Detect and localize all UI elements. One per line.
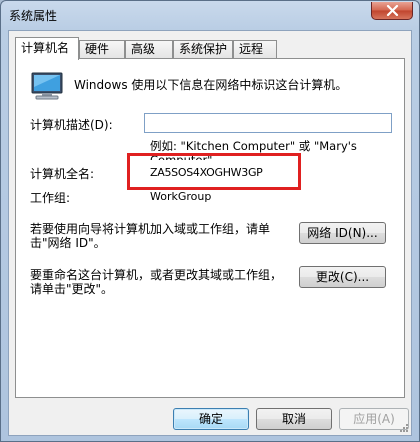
close-icon [386,5,399,16]
tab-system-protection[interactable]: 系统保护 [173,40,233,59]
full-name-label: 计算机全名: [30,167,95,181]
tab-label: 系统保护 [179,42,228,56]
tab-computer-name[interactable]: 计算机名 [15,37,79,60]
computer-icon [31,72,63,100]
network-id-button[interactable]: 网络 ID(N)... [299,222,386,244]
rename-hint-line2: 请单击"更改"。 [30,282,114,296]
network-id-hint-line2: 击"网络 ID"。 [30,236,106,250]
close-button[interactable] [371,2,413,20]
ok-button[interactable]: 确定 [173,408,249,430]
computer-description-input[interactable] [144,113,392,133]
tab-advanced[interactable]: 高级 [125,40,173,59]
window-title: 系统属性 [9,9,58,23]
resize-grip-icon[interactable] [399,423,409,433]
workgroup-label: 工作组: [30,191,71,205]
description-label: 计算机描述(D): [30,118,113,132]
highlight-box [127,153,301,190]
tab-label: 硬件 [85,42,110,56]
system-properties-window: 系统属性 计算机名 硬件 高级 系统保护 远程 Windows 使用以下信息在网… [0,0,420,442]
title-bar[interactable]: 系统属性 [1,1,419,29]
intro-text: Windows 使用以下信息在网络中标识这台计算机。 [74,78,348,92]
computer-name-panel: Windows 使用以下信息在网络中标识这台计算机。 计算机描述(D): 例如:… [15,58,405,398]
cancel-button[interactable]: 取消 [256,408,332,430]
tab-remote[interactable]: 远程 [233,40,277,59]
tab-hardware[interactable]: 硬件 [79,40,125,59]
dialog-client: 计算机名 硬件 高级 系统保护 远程 Windows 使用以下信息在网络中标识这… [8,30,412,436]
workgroup-value: WorkGroup [150,190,212,203]
tab-label: 高级 [131,42,156,56]
tab-label: 远程 [239,42,264,56]
tab-label: 计算机名 [21,41,70,55]
change-button[interactable]: 更改(C)... [299,266,386,288]
